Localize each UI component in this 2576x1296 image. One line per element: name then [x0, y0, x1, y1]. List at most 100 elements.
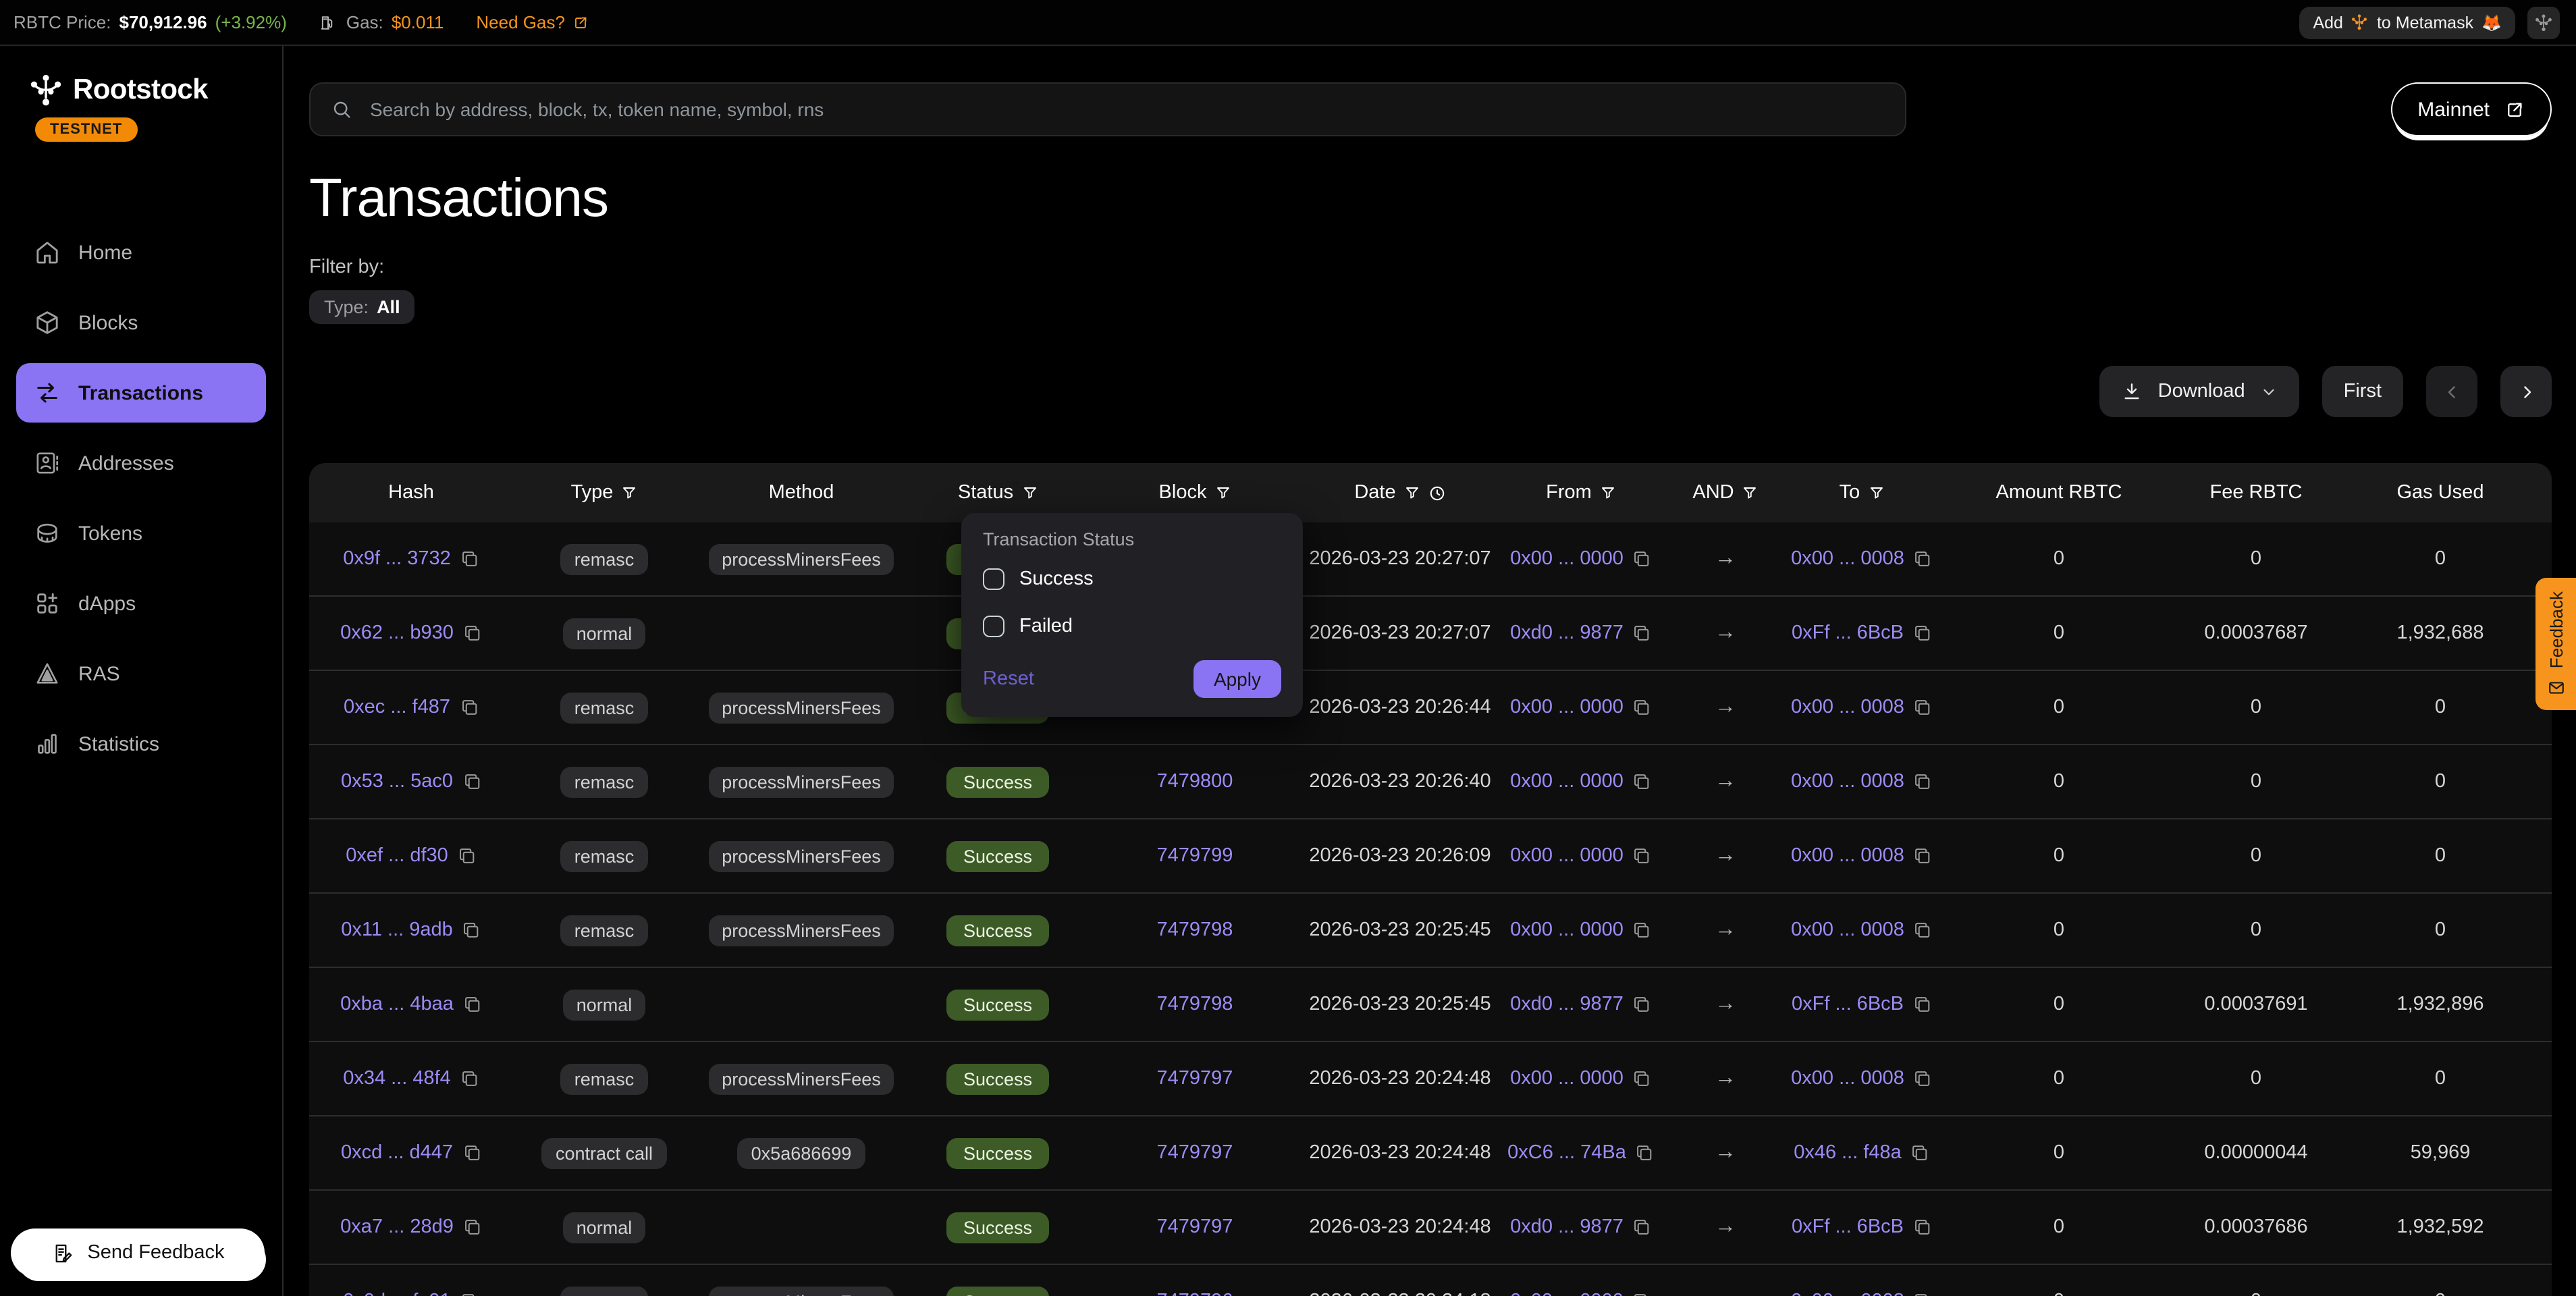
to-address-link[interactable]: 0x00 ... 0008	[1791, 919, 1904, 941]
search-input[interactable]	[367, 97, 1885, 122]
copy-icon[interactable]	[1633, 1218, 1652, 1237]
from-address-link[interactable]: 0xd0 ... 9877	[1510, 622, 1624, 644]
copy-icon[interactable]	[1633, 1292, 1652, 1296]
search-box[interactable]	[309, 82, 1906, 136]
tx-hash-link[interactable]: 0x0d ... fe91	[343, 1291, 451, 1296]
from-address-link[interactable]: 0x00 ... 0000	[1510, 771, 1624, 792]
from-address-link[interactable]: 0x00 ... 0000	[1510, 1291, 1624, 1296]
to-address-link[interactable]: 0x00 ... 0008	[1791, 771, 1904, 792]
clock-icon[interactable]	[1428, 484, 1446, 502]
block-link[interactable]: 7479798	[1157, 994, 1233, 1015]
copy-icon[interactable]	[1914, 1292, 1933, 1296]
copy-icon[interactable]	[1914, 921, 1933, 940]
block-link[interactable]: 7479797	[1157, 1216, 1233, 1238]
copy-icon[interactable]	[463, 624, 482, 643]
copy-icon[interactable]	[1633, 921, 1652, 940]
filter-icon[interactable]	[1742, 485, 1759, 501]
rootstock-gray-logo-button[interactable]	[2527, 6, 2560, 38]
from-address-link[interactable]: 0x00 ... 0000	[1510, 548, 1624, 570]
sidebar-item-statistics[interactable]: Statistics	[16, 714, 266, 774]
tx-hash-link[interactable]: 0x9f ... 3732	[343, 548, 451, 570]
from-address-link[interactable]: 0xd0 ... 9877	[1510, 1216, 1624, 1238]
tx-hash-link[interactable]: 0xef ... df30	[346, 845, 448, 867]
copy-icon[interactable]	[463, 995, 482, 1014]
type-filter-chip[interactable]: Type: All	[309, 290, 415, 324]
copy-icon[interactable]	[1636, 1143, 1655, 1162]
sidebar-item-ras[interactable]: RAS	[16, 644, 266, 703]
to-address-link[interactable]: 0x00 ... 0008	[1791, 548, 1904, 570]
from-address-link[interactable]: 0x00 ... 0000	[1510, 1068, 1624, 1089]
checkbox[interactable]	[983, 616, 1004, 637]
to-address-link[interactable]: 0xFf ... 6BcB	[1792, 1216, 1904, 1238]
copy-icon[interactable]	[1914, 1069, 1933, 1088]
send-feedback-button[interactable]: Send Feedback	[11, 1228, 265, 1277]
copy-icon[interactable]	[1914, 846, 1933, 865]
copy-icon[interactable]	[458, 846, 477, 865]
from-address-link[interactable]: 0xC6 ... 74Ba	[1507, 1142, 1626, 1164]
from-address-link[interactable]: 0x00 ... 0000	[1510, 845, 1624, 867]
sidebar-item-addresses[interactable]: Addresses	[16, 433, 266, 493]
status-option-failed[interactable]: Failed	[983, 609, 1281, 644]
sidebar-item-tokens[interactable]: Tokens	[16, 504, 266, 563]
copy-icon[interactable]	[462, 1143, 481, 1162]
filter-icon[interactable]	[1868, 485, 1884, 501]
copy-icon[interactable]	[1633, 624, 1652, 643]
tx-hash-link[interactable]: 0xcd ... d447	[341, 1142, 453, 1164]
copy-icon[interactable]	[1633, 1069, 1652, 1088]
sidebar-item-transactions[interactable]: Transactions	[16, 363, 266, 423]
block-link[interactable]: 7479796	[1157, 1291, 1233, 1296]
next-page-button[interactable]	[2500, 366, 2552, 417]
filter-icon[interactable]	[1600, 485, 1616, 501]
copy-icon[interactable]	[460, 698, 479, 717]
reset-button[interactable]: Reset	[983, 668, 1034, 690]
tx-hash-link[interactable]: 0xba ... 4baa	[340, 994, 454, 1015]
from-address-link[interactable]: 0xd0 ... 9877	[1510, 994, 1624, 1015]
to-address-link[interactable]: 0xFf ... 6BcB	[1792, 622, 1904, 644]
need-gas-link[interactable]: Need Gas?	[476, 12, 589, 32]
to-address-link[interactable]: 0x00 ... 0008	[1791, 1291, 1904, 1296]
sidebar-item-blocks[interactable]: Blocks	[16, 293, 266, 352]
tx-hash-link[interactable]: 0x53 ... 5ac0	[341, 771, 453, 792]
status-option-success[interactable]: Success	[983, 562, 1281, 597]
copy-icon[interactable]	[1913, 995, 1932, 1014]
copy-icon[interactable]	[1914, 549, 1933, 568]
sidebar-item-dapps[interactable]: dApps	[16, 574, 266, 633]
brand[interactable]: Rootstock	[0, 73, 282, 108]
add-to-metamask-button[interactable]: Add to Metamask 🦊	[2299, 6, 2515, 38]
feedback-tab[interactable]: Feedback	[2535, 578, 2576, 710]
filter-icon[interactable]	[1404, 485, 1420, 501]
first-page-button[interactable]: First	[2322, 366, 2403, 417]
block-link[interactable]: 7479798	[1157, 919, 1233, 941]
tx-hash-link[interactable]: 0x11 ... 9adb	[341, 919, 453, 941]
copy-icon[interactable]	[462, 772, 481, 791]
tx-hash-link[interactable]: 0xec ... f487	[344, 697, 450, 718]
copy-icon[interactable]	[1633, 995, 1652, 1014]
copy-icon[interactable]	[1911, 1143, 1930, 1162]
checkbox[interactable]	[983, 568, 1004, 590]
to-address-link[interactable]: 0x00 ... 0008	[1791, 1068, 1904, 1089]
copy-icon[interactable]	[1633, 846, 1652, 865]
copy-icon[interactable]	[1633, 772, 1652, 791]
tx-hash-link[interactable]: 0x62 ... b930	[340, 622, 454, 644]
to-address-link[interactable]: 0x46 ... f48a	[1794, 1142, 1902, 1164]
prev-page-button[interactable]	[2426, 366, 2477, 417]
from-address-link[interactable]: 0x00 ... 0000	[1510, 697, 1624, 718]
filter-icon[interactable]	[1021, 485, 1038, 501]
download-button[interactable]: Download	[2100, 366, 2299, 417]
copy-icon[interactable]	[462, 921, 481, 940]
tx-hash-link[interactable]: 0xa7 ... 28d9	[340, 1216, 454, 1238]
copy-icon[interactable]	[460, 1069, 479, 1088]
copy-icon[interactable]	[1913, 1218, 1932, 1237]
apply-button[interactable]: Apply	[1193, 660, 1281, 698]
tx-hash-link[interactable]: 0x34 ... 48f4	[343, 1068, 451, 1089]
to-address-link[interactable]: 0x00 ... 0008	[1791, 845, 1904, 867]
mainnet-button[interactable]: Mainnet	[2390, 82, 2552, 136]
filter-icon[interactable]	[621, 485, 637, 501]
copy-icon[interactable]	[1633, 698, 1652, 717]
block-link[interactable]: 7479797	[1157, 1068, 1233, 1089]
block-link[interactable]: 7479800	[1157, 771, 1233, 792]
to-address-link[interactable]: 0x00 ... 0008	[1791, 697, 1904, 718]
copy-icon[interactable]	[1633, 549, 1652, 568]
copy-icon[interactable]	[1914, 698, 1933, 717]
block-link[interactable]: 7479797	[1157, 1142, 1233, 1164]
